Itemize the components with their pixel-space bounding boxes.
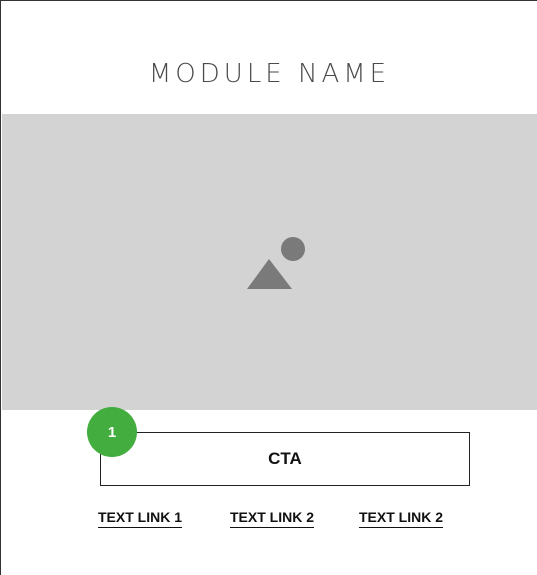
text-link-3[interactable]: TEXT LINK 2 xyxy=(359,509,443,525)
text-link-2[interactable]: TEXT LINK 2 xyxy=(230,509,314,525)
module-title: MODULE NAME xyxy=(148,59,391,89)
image-icon-circle xyxy=(281,237,305,261)
step-badge-label: 1 xyxy=(107,423,117,441)
image-icon-triangle xyxy=(247,259,292,289)
module-frame: MODULE NAME CTA 1 TEXT LINK 1 TEXT LINK … xyxy=(0,0,537,575)
text-links: TEXT LINK 1 TEXT LINK 2 TEXT LINK 2 xyxy=(1,509,537,533)
text-link-1[interactable]: TEXT LINK 1 xyxy=(98,509,182,525)
cta-label: CTA xyxy=(268,449,302,468)
step-badge: 1 xyxy=(87,407,137,457)
image-placeholder-icon xyxy=(247,237,305,289)
cta-button[interactable]: CTA xyxy=(100,432,470,486)
